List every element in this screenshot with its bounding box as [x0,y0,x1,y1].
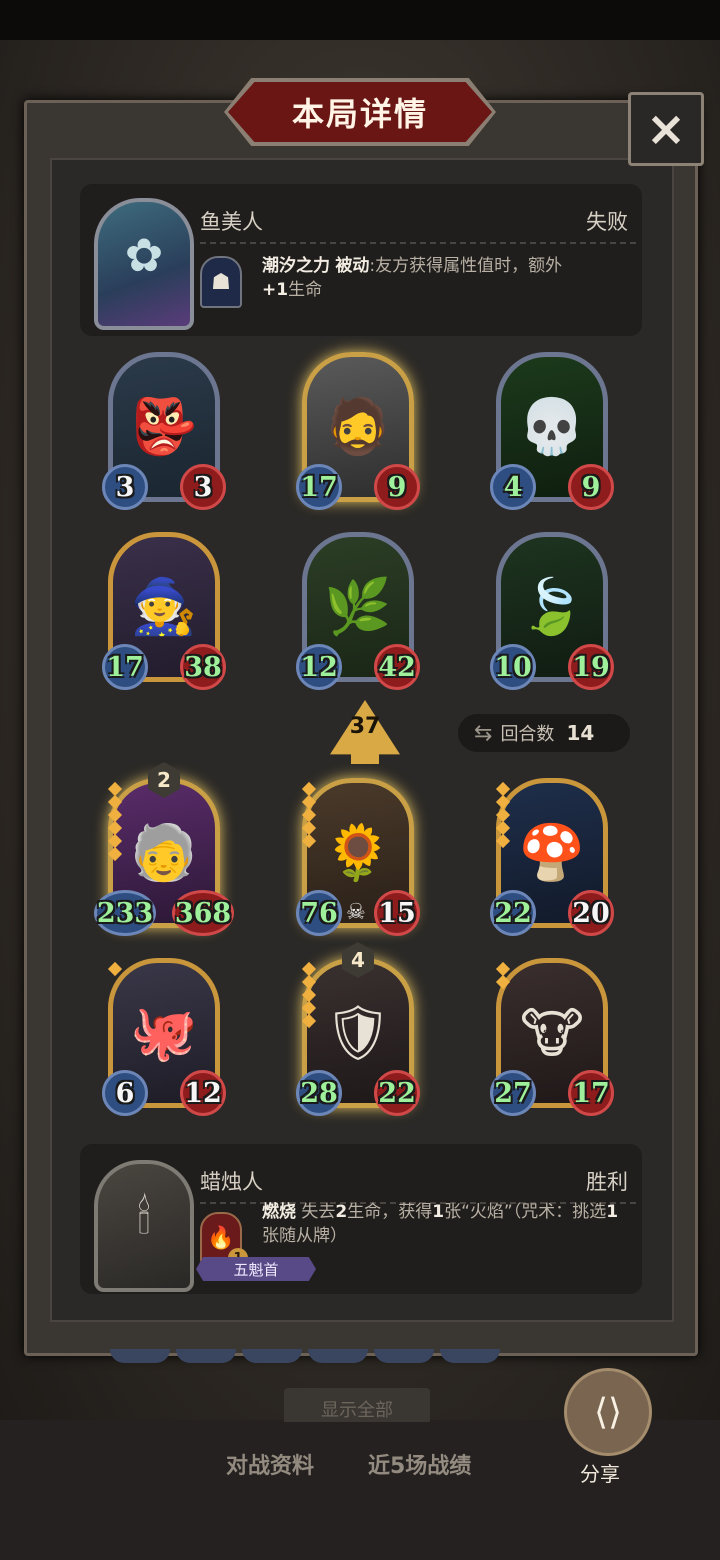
share-label: 分享 [580,1462,620,1486]
player-hero-card: 🕯 蜡烛人 胜利 🔥 1 燃烧 失去2生命，获得1张“火焰”（咒术：挑选1张随从… [80,1144,642,1294]
player-minion-5[interactable]: 🛡 4 28 22 [296,942,420,1116]
tier-marks [301,781,317,849]
tier-marks [107,961,123,977]
health-stat: 38 [180,644,226,690]
attack-stat: 76 [296,890,342,936]
player-minion-2[interactable]: 🌻 ☠ 76 15 [296,778,420,936]
round-value: 14 [566,721,595,745]
swap-icon: ⇆ [474,720,493,746]
player-name: 蜡烛人 [200,1170,263,1194]
title-banner: 本局详情 [224,78,496,146]
close-icon: × [645,101,687,157]
attack-stat: 27 [490,1070,536,1116]
tier-marks [107,781,123,862]
round-count: ⇆ 回合数 14 [458,714,630,752]
divider [200,242,636,244]
tier-marks [495,781,511,849]
player-skill-text: 燃烧 失去2生命，获得1张“火焰”（咒术：挑选1张随从牌） [262,1202,619,1246]
title-badge: 五魁首 [196,1257,316,1281]
opponent-minion-6[interactable]: 🍃 10 19 [490,532,614,690]
skill-name: 燃烧 [262,1202,296,1222]
opponent-hero-card: ✿ 鱼美人 失败 ☗ 潮汐之力 被动:友方获得属性值时，额外 +1生命 [80,184,642,336]
health-stat: 3 [180,464,226,510]
attack-stat: 22 [490,890,536,936]
attack-stat: 6 [102,1070,148,1116]
tier-marks [495,961,511,990]
show-all-button[interactable]: 显示全部 [284,1388,430,1422]
opponent-name: 鱼美人 [200,210,263,234]
player-result: 胜利 [586,1170,628,1194]
opponent-minion-4[interactable]: 🧙 17 38 [102,532,226,690]
skill-tag: 被动 [335,256,370,276]
player-minion-6[interactable]: 🐮 27 17 [490,958,614,1116]
skill-bonus: +1 [262,280,289,300]
tier-marks [301,961,317,1029]
flame-skill-icon[interactable]: 🔥 1 [200,1212,248,1268]
player-minion-3[interactable]: 🍄 22 20 [490,778,614,936]
health-stat: 12 [180,1070,226,1116]
attack-stat: 3 [102,464,148,510]
attack-stat: 17 [296,464,342,510]
share-icon: ⟨⟩ [593,1391,623,1433]
health-stat: 15 [374,890,420,936]
attack-stat: 28 [296,1070,342,1116]
skill-desc2: 生命 [288,280,323,300]
attack-stat: 10 [490,644,536,690]
player-minion-1[interactable]: 🧓 2 233 368 [94,762,234,936]
attack-stat: 17 [102,644,148,690]
health-stat: 9 [568,464,614,510]
opponent-minion-5[interactable]: 🌿 12 42 [296,532,420,690]
hidden-minion-strip [110,1348,540,1368]
attack-stat: 4 [490,464,536,510]
attack-stat: 233 [94,890,156,936]
page-title: 本局详情 [291,95,428,133]
close-button[interactable]: × [628,92,704,166]
player-portrait[interactable]: 🕯 [94,1160,194,1292]
candle-man-portrait-icon: 🕯 [137,1190,151,1244]
tab-battle-data[interactable]: 对战资料 [226,1448,314,1480]
health-stat: 20 [568,890,614,936]
health-stat: 19 [568,644,614,690]
attack-stat: 12 [296,644,342,690]
skill-desc: :友方获得属性值时，额外 [369,256,563,276]
tier-badge: 37 [330,700,400,764]
health-stat: 368 [172,890,234,936]
player-minion-4[interactable]: 🐙 6 12 [102,958,226,1116]
mermaid-portrait-icon: ✿ [124,228,164,282]
tab-recent-records[interactable]: 近5场战绩 [368,1448,471,1480]
opponent-portrait[interactable]: ✿ [94,198,194,330]
opponent-minion-2[interactable]: 🧔 17 9 [296,352,420,510]
round-label: 回合数 [500,724,555,745]
tide-skill-icon[interactable]: ☗ [200,256,242,308]
opponent-skill-text: 潮汐之力 被动:友方获得属性值时，额外 +1生命 [262,254,628,302]
health-stat: 22 [374,1070,420,1116]
skill-name: 潮汐之力 [262,256,330,276]
health-stat: 42 [374,644,420,690]
opponent-result: 失败 [586,210,628,234]
opponent-minion-3[interactable]: 💀 4 9 [490,352,614,510]
skull-icon: ☠ [346,900,366,925]
opponent-minion-1[interactable]: 👺 3 3 [102,352,226,510]
health-stat: 17 [568,1070,614,1116]
share-button[interactable]: ⟨⟩ [564,1368,652,1456]
tier-value: 37 [349,714,381,739]
health-stat: 9 [374,464,420,510]
